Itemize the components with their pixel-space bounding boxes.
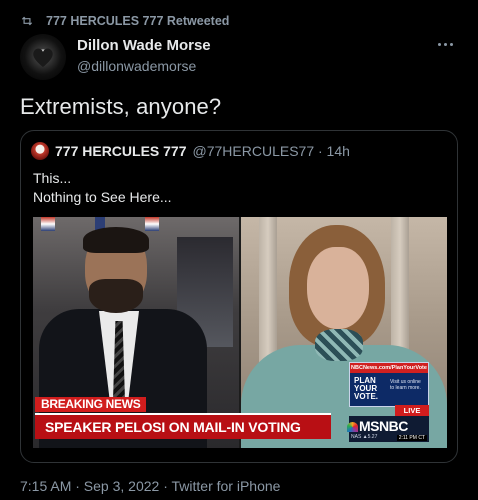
quoted-line-1: This... [33,170,72,186]
retweet-icon [21,16,33,26]
retweet-text: 777 HERCULES 777 Retweeted [46,14,230,28]
ticker: NAS ▲5.27 [351,434,378,440]
breaking-news-tag: BREAKING NEWS [35,397,147,412]
avatar[interactable] [20,34,66,80]
quoted-display-name[interactable]: 777 HERCULES 777 [55,143,187,159]
clock: 2:11 PM CT [396,435,427,441]
video-player[interactable]: NBCNews.com/PlanYourVote PLAN YOUR VOTE.… [33,217,447,448]
quoted-tweet-text: This... Nothing to See Here... [33,169,172,207]
more-options-icon[interactable] [438,38,456,50]
tweet-author[interactable]: Dillon Wade Morse @dillonwademorse [77,37,211,74]
quoted-handle: @77HERCULES77 · 14h [192,143,350,159]
quoted-tweet[interactable]: 777 HERCULES 777 @77HERCULES77 · 14h Thi… [20,130,458,463]
ad-graphic: NBCNews.com/PlanYourVote PLAN YOUR VOTE.… [349,362,429,407]
handle[interactable]: @dillonwademorse [77,58,211,74]
peacock-icon [347,422,358,432]
quoted-tweet-header[interactable]: 777 HERCULES 777 @77HERCULES77 · 14h [31,142,350,160]
quoted-avatar[interactable] [31,142,49,160]
headline: SPEAKER PELOSI ON MAIL-IN VOTING [45,419,301,435]
network-bug: MSNBC NAS ▲5.27 2:11 PM CT [347,416,429,442]
display-name[interactable]: Dillon Wade Morse [77,37,211,54]
quoted-line-2: Nothing to See Here... [33,189,172,205]
tweet-timestamp[interactable]: 7:15 AM · Sep 3, 2022 · Twitter for iPho… [20,478,280,494]
tweet-text: Extremists, anyone? [20,94,222,119]
live-badge: LIVE [395,405,429,416]
retweet-indicator[interactable]: 777 HERCULES 777 Retweeted [20,12,229,30]
network-logo: MSNBC [359,418,408,434]
headline-bar: SPEAKER PELOSI ON MAIL-IN VOTING [35,413,331,439]
